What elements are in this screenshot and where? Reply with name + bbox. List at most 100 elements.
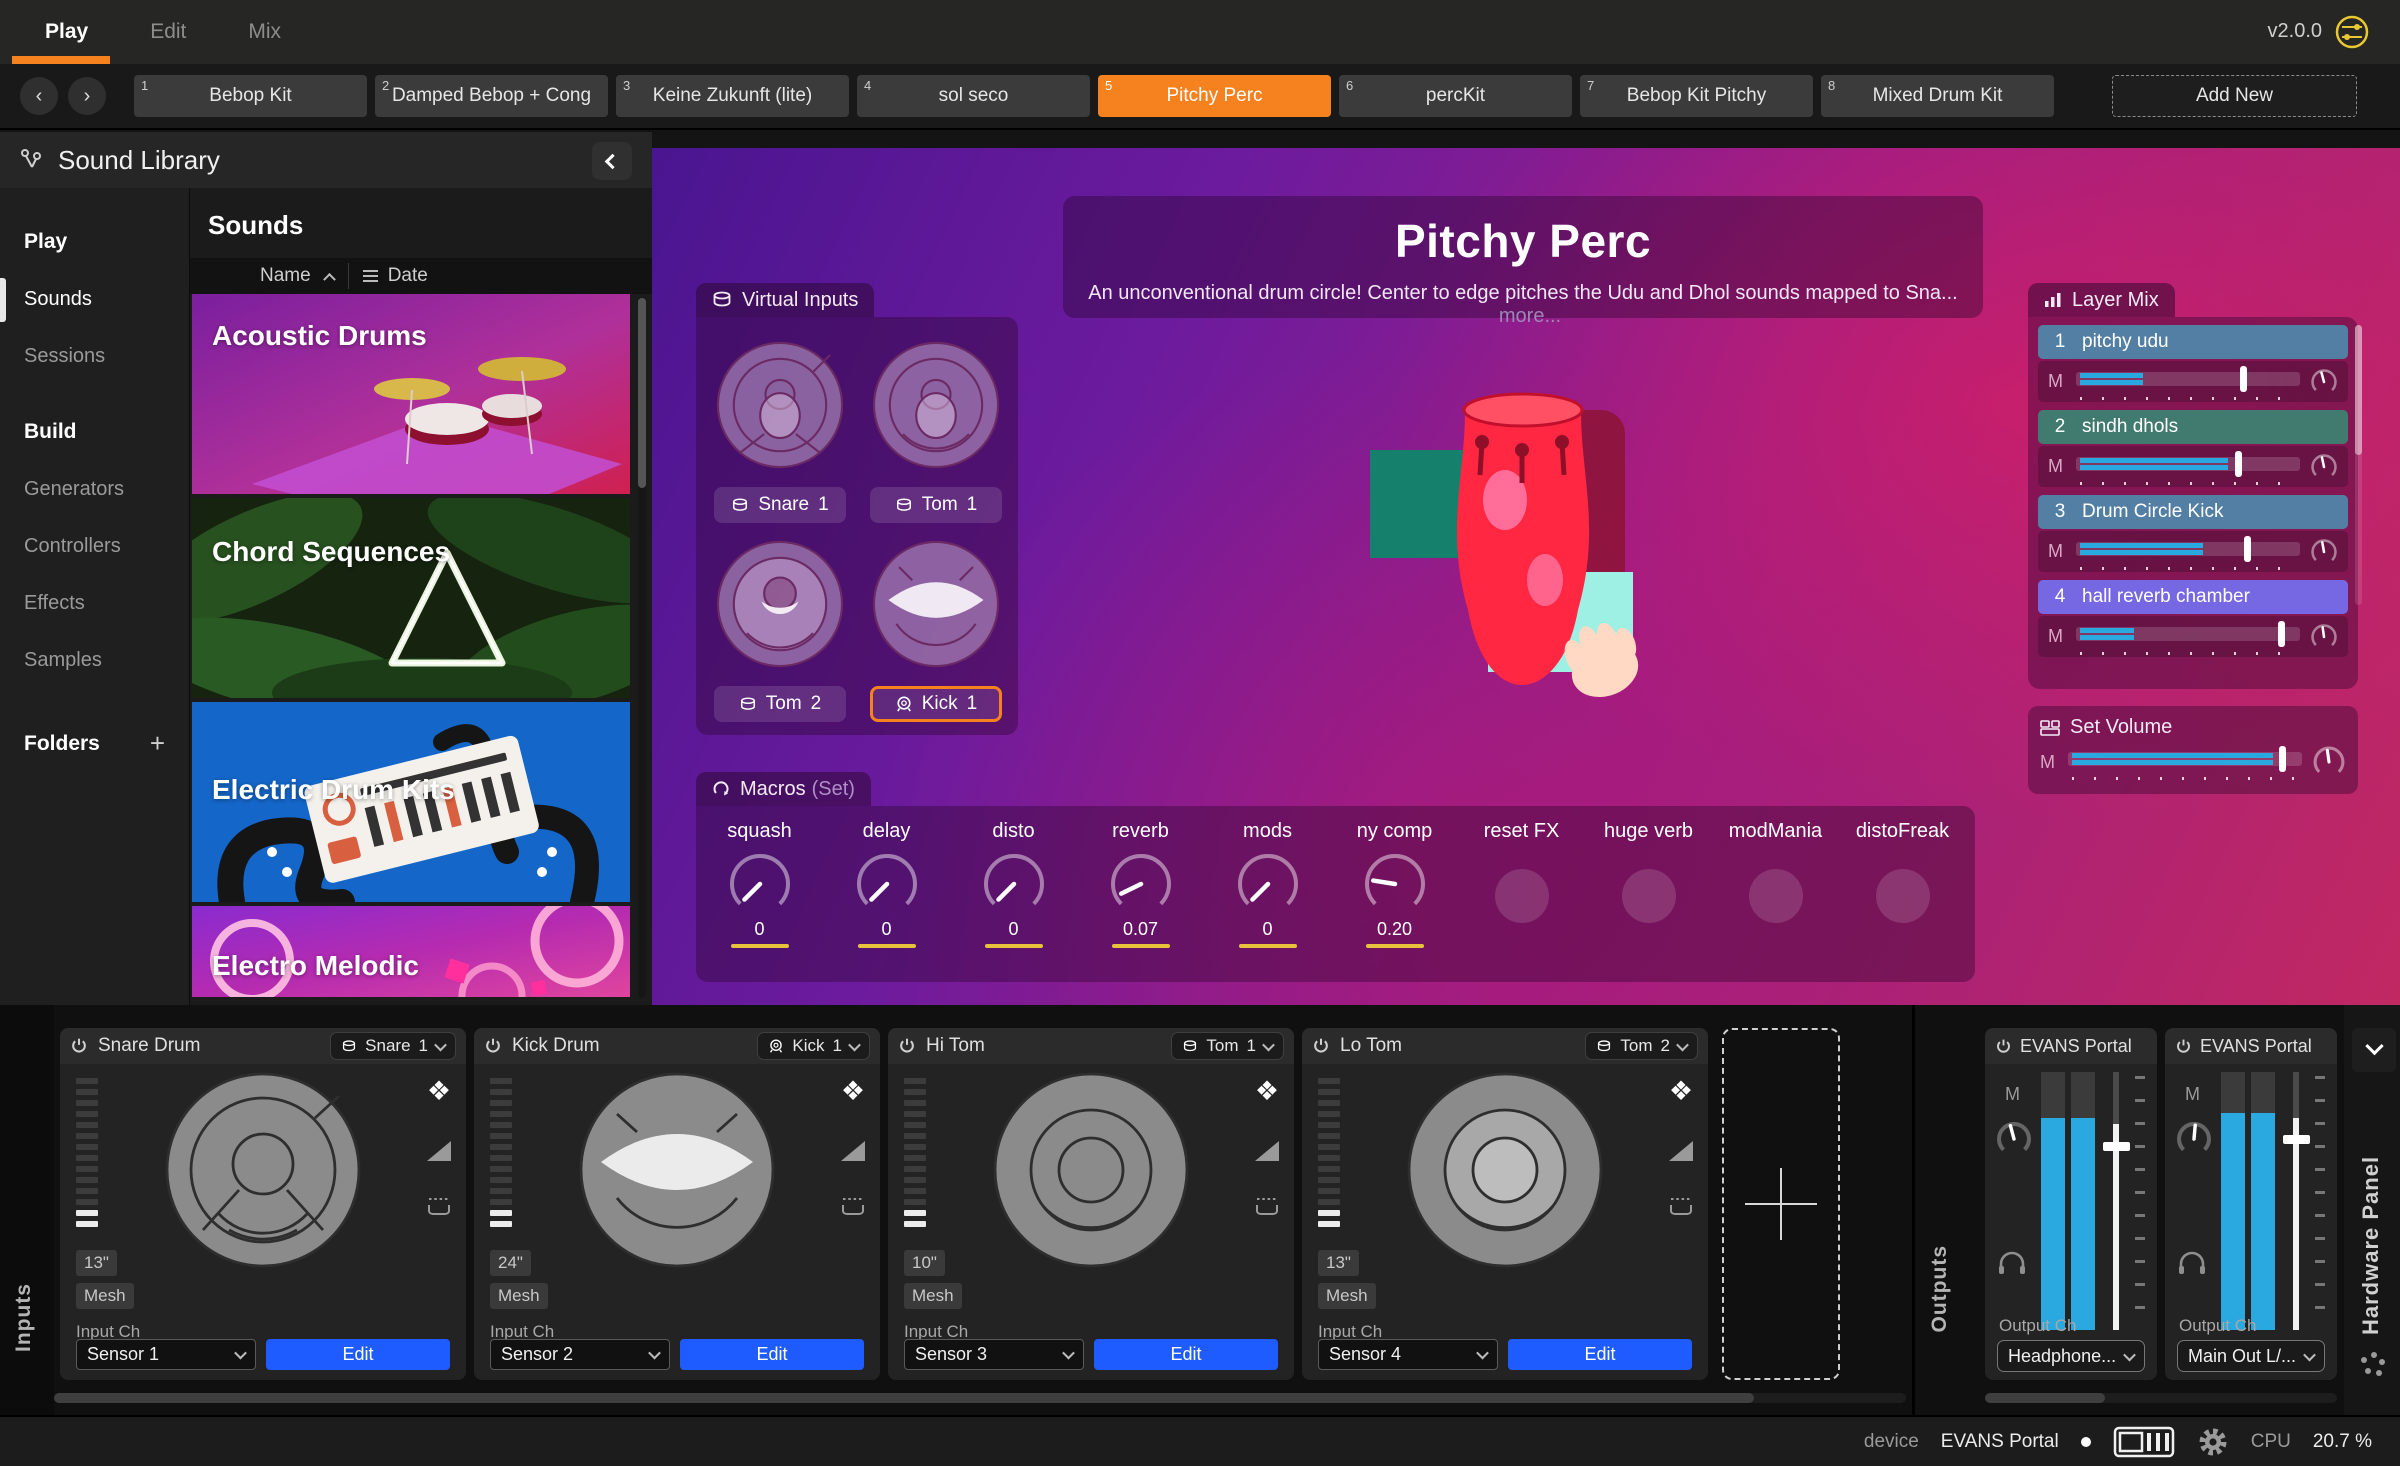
power-icon[interactable] xyxy=(484,1037,502,1055)
edit-button[interactable]: Edit xyxy=(1094,1339,1278,1370)
channel-source-dropdown[interactable]: Snare 1 xyxy=(330,1032,456,1060)
drum-hoop-icon[interactable] xyxy=(426,1195,452,1217)
sensor-select[interactable]: Sensor 4 xyxy=(1318,1339,1498,1370)
sound-assign-icon[interactable]: ❖ xyxy=(1669,1076,1693,1107)
mute-button[interactable]: M xyxy=(2048,456,2066,477)
macro-trigger-button[interactable] xyxy=(1749,869,1803,923)
virtual-input-tom-1[interactable]: Tom 1 xyxy=(870,487,1002,523)
layer-pan-knob[interactable] xyxy=(2310,368,2338,396)
headphones-icon[interactable] xyxy=(2177,1250,2207,1276)
sensor-select[interactable]: Sensor 1 xyxy=(76,1339,256,1370)
output-fader-handle[interactable] xyxy=(2103,1142,2130,1151)
gain-icon[interactable] xyxy=(841,1141,865,1161)
mute-button[interactable]: M xyxy=(2048,626,2066,647)
channel-source-dropdown[interactable]: Kick 1 xyxy=(757,1032,870,1060)
drum-hoop-icon[interactable] xyxy=(840,1195,866,1217)
macro-knob[interactable] xyxy=(981,851,1047,917)
gain-icon[interactable] xyxy=(1669,1141,1693,1161)
virtual-pad-snare[interactable] xyxy=(714,339,846,471)
nav-header-play[interactable]: Play xyxy=(24,230,189,254)
layer-pan-knob[interactable] xyxy=(2310,453,2338,481)
sound-tile-electro-melodic[interactable]: Electro Melodic xyxy=(192,906,630,997)
hardware-panel-toggle-button[interactable] xyxy=(2352,1028,2396,1072)
virtual-input-tom-2[interactable]: Tom 2 xyxy=(714,686,846,722)
macro-trigger-button[interactable] xyxy=(1495,869,1549,923)
sidebar-item-samples[interactable]: Samples xyxy=(24,649,189,672)
virtual-input-snare-1[interactable]: Snare 1 xyxy=(714,487,846,523)
list-view-icon[interactable] xyxy=(363,275,378,277)
layer-name-bar[interactable]: 1 pitchy udu xyxy=(2038,325,2348,359)
virtual-input-kick-1-selected[interactable]: Kick 1 xyxy=(870,686,1002,722)
gain-icon[interactable] xyxy=(427,1141,451,1161)
nav-header-build[interactable]: Build xyxy=(24,420,189,444)
sort-ascending-icon[interactable] xyxy=(323,272,336,285)
sound-assign-icon[interactable]: ❖ xyxy=(841,1076,865,1107)
set-volume-mute[interactable]: M xyxy=(2040,752,2058,773)
sound-assign-icon[interactable]: ❖ xyxy=(1255,1076,1279,1107)
sound-tile-chord-sequences[interactable]: Chord Sequences xyxy=(192,498,630,698)
nav-header-folders[interactable]: Folders xyxy=(24,732,100,756)
output-channel-select[interactable]: Main Out L/... xyxy=(2177,1340,2325,1372)
sort-by-name[interactable]: Name xyxy=(260,265,311,287)
tab-play[interactable]: Play xyxy=(45,20,88,44)
edit-button[interactable]: Edit xyxy=(1508,1339,1692,1370)
set-volume-track[interactable] xyxy=(2068,749,2302,775)
macro-trigger-button[interactable] xyxy=(1622,869,1676,923)
output-pan-knob[interactable] xyxy=(2175,1120,2213,1158)
inputs-scrollbar[interactable] xyxy=(54,1393,1906,1403)
set-volume-knob[interactable] xyxy=(2312,745,2346,779)
edit-button[interactable]: Edit xyxy=(266,1339,450,1370)
mute-button[interactable]: M xyxy=(2185,1084,2200,1105)
power-icon[interactable] xyxy=(2175,1038,2192,1055)
layer-mix-scrollbar[interactable] xyxy=(2355,325,2362,605)
macro-knob[interactable] xyxy=(727,851,793,917)
preset-prev-button[interactable]: ‹ xyxy=(20,77,58,115)
set-volume-fader[interactable] xyxy=(2279,746,2286,772)
drum-pad-tom[interactable] xyxy=(991,1070,1191,1270)
sort-by-date[interactable]: Date xyxy=(388,265,428,287)
more-link[interactable]: more... xyxy=(1499,305,1561,327)
layer-fader-handle[interactable] xyxy=(2235,451,2242,477)
layer-name-bar[interactable]: 3 Drum Circle Kick xyxy=(2038,495,2348,529)
sensor-select[interactable]: Sensor 2 xyxy=(490,1339,670,1370)
macro-knob[interactable] xyxy=(1235,851,1301,917)
layer-pan-knob[interactable] xyxy=(2310,538,2338,566)
drum-pad-snare[interactable] xyxy=(163,1070,363,1270)
sound-tile-electric-drum-kits[interactable]: Electric Drum Kits xyxy=(192,702,630,902)
power-icon[interactable] xyxy=(898,1037,916,1055)
drum-pad-tom-2[interactable] xyxy=(1405,1070,1605,1270)
layer-fader-handle[interactable] xyxy=(2240,366,2247,392)
power-icon[interactable] xyxy=(1312,1037,1330,1055)
layer-name-bar[interactable]: 2 sindh dhols xyxy=(2038,410,2348,444)
macro-knob[interactable] xyxy=(1108,851,1174,917)
layer-fader-track[interactable] xyxy=(2076,369,2300,395)
layer-fader-handle[interactable] xyxy=(2244,536,2251,562)
tab-mix[interactable]: Mix xyxy=(248,20,281,44)
virtual-pad-tom-1[interactable] xyxy=(870,339,1002,471)
device-panel-icon[interactable] xyxy=(2113,1424,2175,1460)
preset-slot-7[interactable]: 7Bebop Kit Pitchy xyxy=(1580,75,1813,117)
drum-hoop-icon[interactable] xyxy=(1668,1195,1694,1217)
layer-fader-track[interactable] xyxy=(2076,454,2300,480)
gain-icon[interactable] xyxy=(1255,1141,1279,1161)
preset-slot-5-active[interactable]: 5Pitchy Perc xyxy=(1098,75,1331,117)
sounds-scrollbar[interactable] xyxy=(638,298,646,998)
layer-fader-track[interactable] xyxy=(2076,624,2300,650)
add-new-preset-button[interactable]: Add New xyxy=(2112,75,2357,117)
sidebar-item-sounds[interactable]: Sounds xyxy=(24,288,189,311)
sound-tile-acoustic-drums[interactable]: Acoustic Drums xyxy=(192,294,630,494)
output-channel-select[interactable]: Headphone... xyxy=(1997,1340,2145,1372)
sidebar-item-controllers[interactable]: Controllers xyxy=(24,535,189,558)
power-icon[interactable] xyxy=(1995,1038,2012,1055)
preset-slot-1[interactable]: 1Bebop Kit xyxy=(134,75,367,117)
drum-hoop-icon[interactable] xyxy=(1254,1195,1280,1217)
preset-slot-2[interactable]: 2Damped Bebop + Cong xyxy=(375,75,608,117)
collapse-library-button[interactable] xyxy=(592,142,632,180)
channel-source-dropdown[interactable]: Tom 1 xyxy=(1171,1032,1284,1060)
preset-next-button[interactable]: › xyxy=(68,77,106,115)
virtual-pad-kick[interactable] xyxy=(870,538,1002,670)
preset-slot-6[interactable]: 6percKit xyxy=(1339,75,1572,117)
layer-name-bar[interactable]: 4 hall reverb chamber xyxy=(2038,580,2348,614)
preset-slot-3[interactable]: 3Keine Zukunft (lite) xyxy=(616,75,849,117)
macro-knob[interactable] xyxy=(854,851,920,917)
